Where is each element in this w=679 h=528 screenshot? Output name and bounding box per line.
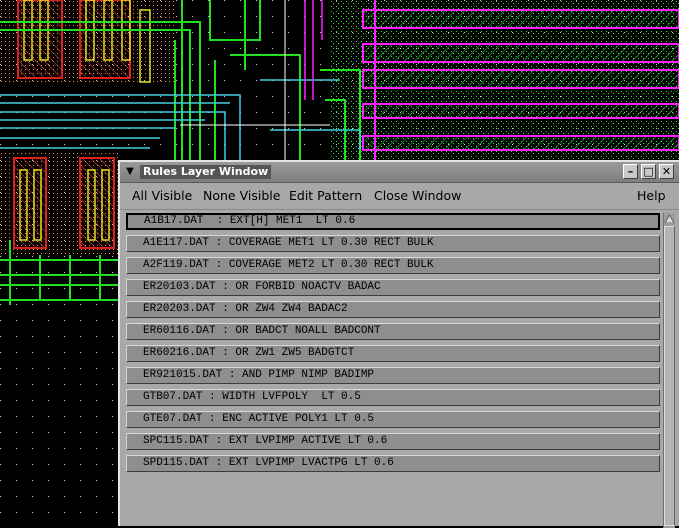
vertical-scrollbar[interactable] [663, 213, 675, 528]
all-visible-button[interactable]: All Visible [132, 188, 192, 204]
window-title: Rules Layer Window [140, 165, 272, 179]
triangle-down-icon[interactable]: ▼ [122, 164, 138, 179]
rule-row[interactable]: ER921015.DAT : AND PIMP NIMP BADIMP [126, 367, 660, 384]
rule-row[interactable]: A1B17.DAT : EXT[H] MET1 LT 0.6 [126, 213, 660, 230]
rule-row[interactable]: ER20103.DAT : OR FORBID NOACTV BADAC [126, 279, 660, 296]
edit-pattern-button[interactable]: Edit Pattern [289, 188, 362, 204]
menu-bar: All Visible None Visible Edit Pattern Cl… [120, 183, 679, 210]
maximize-icon[interactable]: □ [641, 164, 656, 179]
close-window-button[interactable]: Close Window [374, 188, 461, 204]
rule-row[interactable]: SPD115.DAT : EXT LVPIMP LVACTPG LT 0.6 [126, 455, 660, 472]
rule-row[interactable]: ER60216.DAT : OR ZW1 ZW5 BADGTCT [126, 345, 660, 362]
minimize-icon[interactable]: – [623, 164, 638, 179]
rule-row[interactable]: GTE07.DAT : ENC ACTIVE POLY1 LT 0.5 [126, 411, 660, 428]
arrow-up-icon[interactable] [664, 213, 675, 225]
title-bar[interactable]: ▼ Rules Layer Window – □ ✕ [120, 162, 679, 183]
rule-row[interactable]: A2F119.DAT : COVERAGE MET2 LT 0.30 RECT … [126, 257, 660, 274]
scrollbar-thumb[interactable] [664, 226, 675, 526]
rule-row[interactable]: ER60116.DAT : OR BADCT NOALL BADCONT [126, 323, 660, 340]
help-button[interactable]: Help [637, 188, 666, 204]
none-visible-button[interactable]: None Visible [203, 188, 280, 204]
rule-row[interactable]: SPC115.DAT : EXT LVPIMP ACTIVE LT 0.6 [126, 433, 660, 450]
rule-row[interactable]: ER20203.DAT : OR ZW4 ZW4 BADAC2 [126, 301, 660, 318]
rules-layer-window: ▼ Rules Layer Window – □ ✕ All Visible N… [118, 160, 679, 528]
close-icon[interactable]: ✕ [659, 164, 674, 179]
rule-row[interactable]: GTB07.DAT : WIDTH LVFPOLY LT 0.5 [126, 389, 660, 406]
rule-row[interactable]: A1E117.DAT : COVERAGE MET1 LT 0.30 RECT … [126, 235, 660, 252]
